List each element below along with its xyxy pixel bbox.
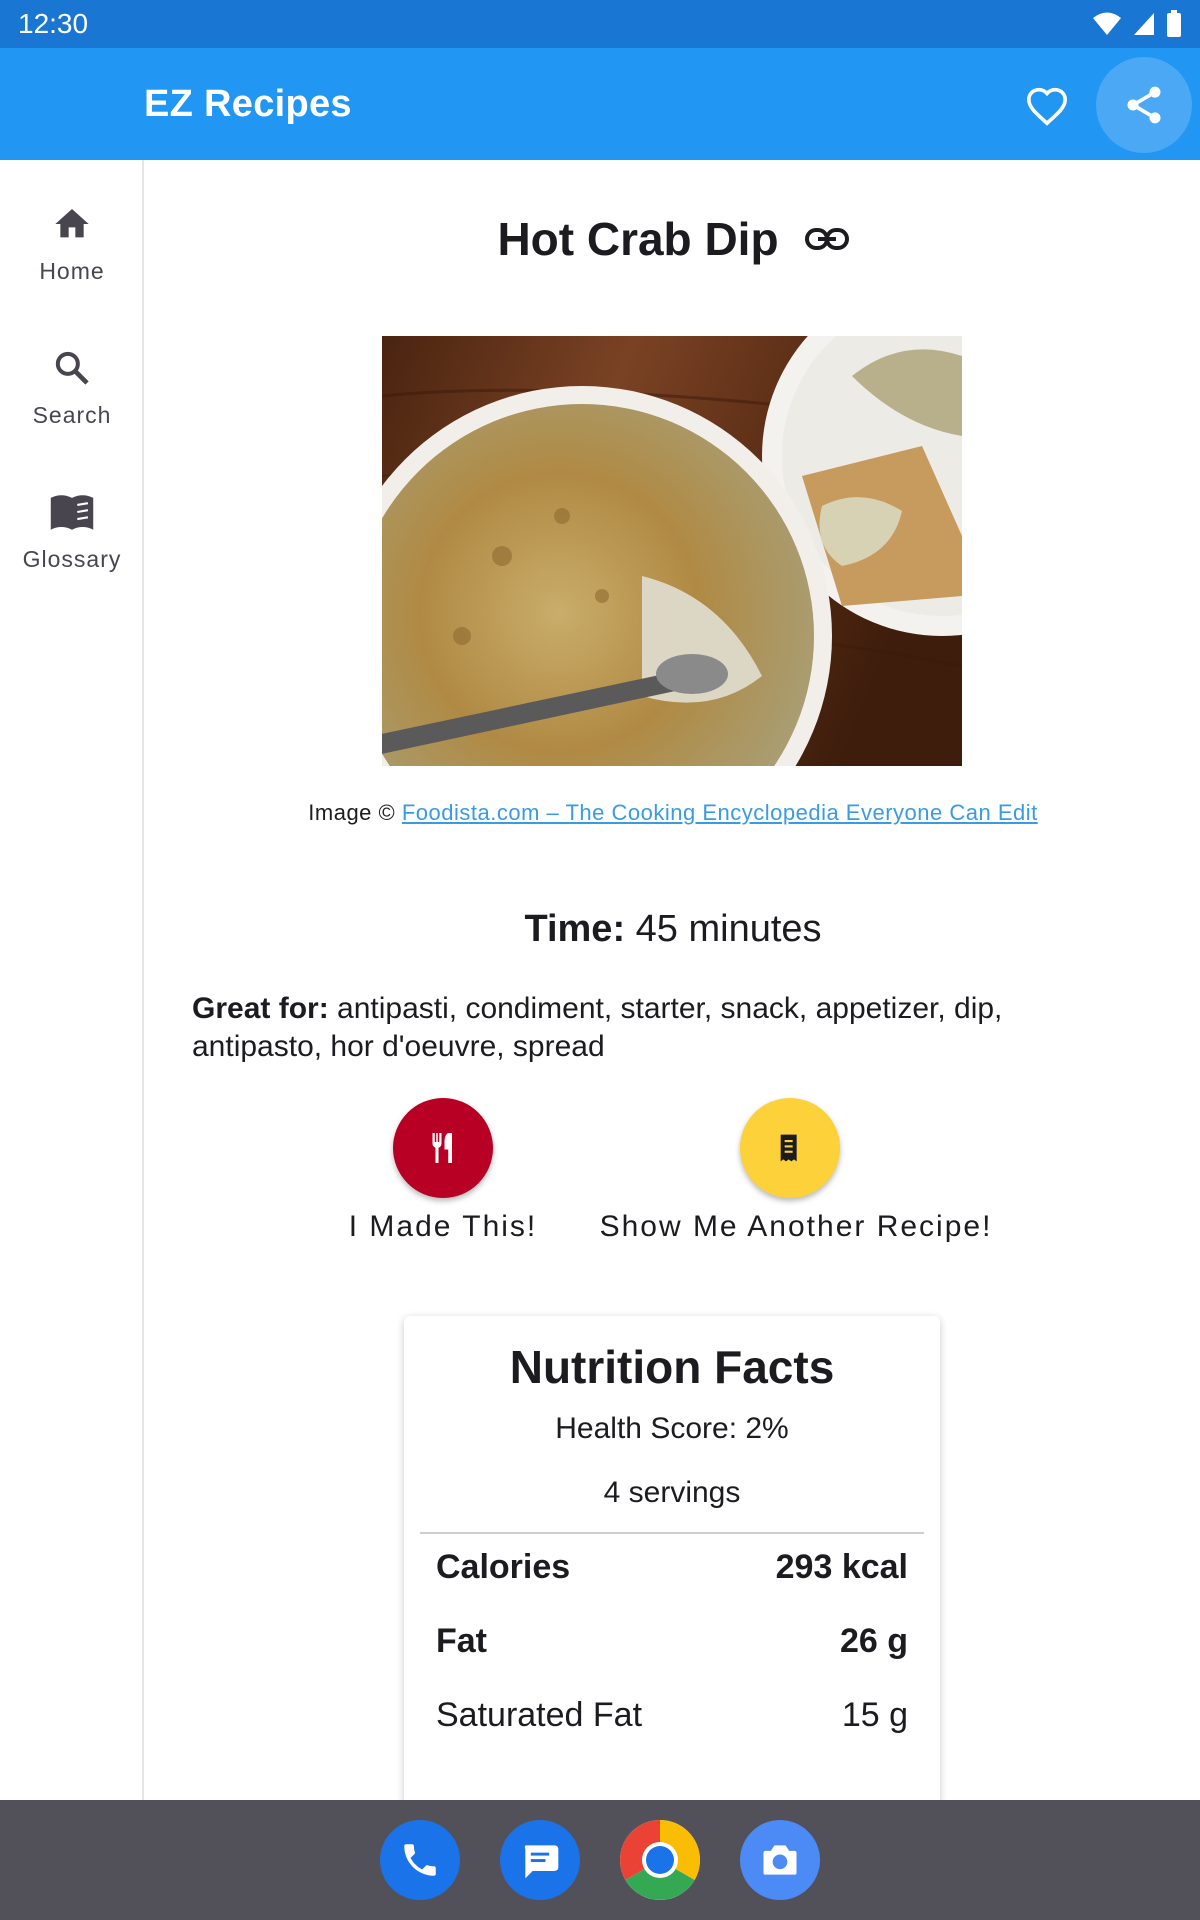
nutrition-row-fat: Fat 26 g — [436, 1622, 908, 1661]
status-icons — [1092, 10, 1182, 38]
recipe-title-row: Hot Crab Dip — [146, 212, 1200, 266]
nutrition-row-saturated-fat: Saturated Fat 15 g — [436, 1696, 908, 1735]
heart-outline-icon — [1026, 87, 1068, 126]
book-icon — [50, 495, 94, 530]
dock-camera[interactable] — [740, 1820, 820, 1900]
nav-item-home[interactable]: Home — [0, 204, 144, 334]
navigation-rail: Home Search Glossary — [0, 160, 144, 1800]
battery-icon — [1167, 10, 1181, 37]
signal-icon — [1134, 13, 1154, 35]
chrome-icon — [620, 1820, 700, 1900]
nav-label-glossary: Glossary — [22, 546, 122, 572]
recipe-image — [382, 336, 962, 766]
time-value: 45 minutes — [635, 908, 822, 950]
status-time: 12:30 — [18, 8, 89, 39]
wifi-icon — [1093, 12, 1121, 35]
credit-prefix: Image © — [308, 800, 396, 825]
nutrient-name: Fat — [436, 1622, 487, 1660]
recipe-content: Hot Crab Dip Image © Foodista.com – The … — [146, 160, 1200, 1800]
show-another-recipe-button[interactable] — [740, 1098, 840, 1198]
dock-phone[interactable] — [380, 1820, 460, 1900]
nav-label-home: Home — [39, 258, 105, 284]
nav-item-search[interactable]: Search — [0, 348, 144, 478]
nutrition-row-calories: Calories 293 kcal — [436, 1548, 908, 1587]
search-icon — [55, 351, 89, 385]
share-icon — [1127, 86, 1161, 124]
nutrient-name: Saturated Fat — [436, 1696, 643, 1734]
great-for-label: Great for: — [192, 992, 329, 1025]
nav-item-glossary[interactable]: Glossary — [0, 492, 144, 622]
link-icon[interactable] — [804, 227, 849, 251]
image-credit: Image © Foodista.com – The Cooking Encyc… — [146, 800, 1200, 826]
phone-icon — [404, 1844, 436, 1876]
nutrient-name: Calories — [436, 1548, 571, 1586]
time-label: Time: — [524, 908, 626, 950]
recipe-title: Hot Crab Dip — [497, 213, 779, 265]
nutrient-value: 293 kcal — [775, 1548, 908, 1586]
dock-messages[interactable] — [500, 1820, 580, 1900]
nav-label-search: Search — [32, 402, 112, 428]
receipt-icon — [780, 1134, 797, 1162]
made-this-label: I Made This! — [348, 1210, 538, 1243]
recipe-photo — [382, 336, 962, 766]
share-button[interactable] — [1096, 57, 1192, 153]
status-bar: 12:30 — [0, 0, 1200, 48]
messages-icon — [524, 1845, 559, 1879]
great-for: Great for: antipasti, condiment, starter… — [192, 990, 1112, 1066]
utensils-icon — [432, 1133, 452, 1163]
credit-link[interactable]: Foodista.com – The Cooking Encyclopedia … — [402, 800, 1038, 825]
made-this-button[interactable] — [393, 1098, 493, 1198]
show-another-label: Show Me Another Recipe! — [599, 1210, 993, 1243]
nutrition-card: Nutrition Facts Health Score: 2% 4 servi… — [404, 1316, 940, 1800]
servings: 4 servings — [603, 1476, 741, 1509]
dock-chrome[interactable] — [620, 1820, 700, 1900]
favorite-button[interactable] — [1015, 74, 1079, 138]
nutrient-value: 26 g — [839, 1622, 908, 1660]
nutrition-divider — [420, 1532, 924, 1534]
health-score: Health Score: 2% — [555, 1412, 789, 1445]
time-row: Time: 45 minutes — [146, 908, 1200, 951]
taskbar — [0, 1800, 1200, 1920]
nutrient-value: 15 g — [841, 1696, 908, 1734]
app-title: EZ Recipes — [144, 82, 352, 125]
nutrition-title: Nutrition Facts — [509, 1341, 835, 1393]
camera-icon — [763, 1845, 797, 1875]
home-icon — [55, 209, 89, 238]
app-bar: EZ Recipes — [0, 48, 1200, 160]
